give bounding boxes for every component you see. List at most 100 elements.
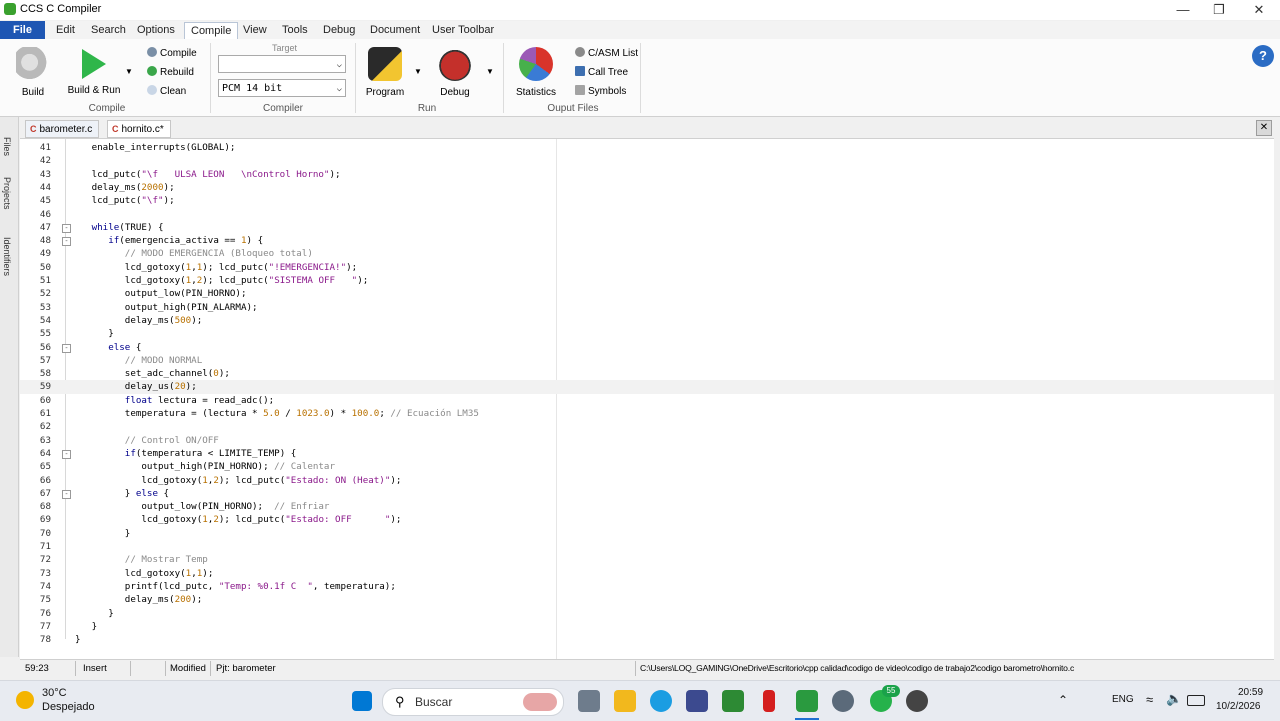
code-line[interactable]: 69 lcd_gotoxy(1,2); lcd_putc("Estado: OF… bbox=[20, 513, 1274, 526]
debug-dropdown-icon[interactable]: ▼ bbox=[486, 67, 494, 76]
tab-debug[interactable]: Debug bbox=[317, 22, 361, 39]
tab-document[interactable]: Document bbox=[364, 22, 426, 39]
code-line[interactable]: 77 } bbox=[20, 620, 1274, 633]
code-line[interactable]: 45 lcd_putc("\f"); bbox=[20, 194, 1274, 207]
debug-button[interactable]: Debug bbox=[432, 47, 478, 98]
call-tree-button[interactable]: Call Tree bbox=[575, 65, 628, 80]
fold-toggle-icon[interactable]: - bbox=[62, 449, 71, 459]
code-line[interactable]: 66 lcd_gotoxy(1,2); lcd_putc("Estado: ON… bbox=[20, 474, 1274, 487]
code-line[interactable]: 74 printf(lcd_putc, "Temp: %0.1f C ", te… bbox=[20, 580, 1274, 593]
clean-button[interactable]: Clean bbox=[147, 84, 186, 99]
code-line[interactable]: 58 set_adc_channel(0); bbox=[20, 367, 1274, 380]
build-run-button[interactable]: Build & Run bbox=[64, 47, 124, 96]
minecraft-icon[interactable] bbox=[722, 690, 744, 712]
side-tab-files[interactable]: Files bbox=[2, 137, 12, 156]
code-line[interactable]: 55 } bbox=[20, 327, 1274, 340]
build-run-dropdown-icon[interactable]: ▼ bbox=[125, 67, 133, 76]
fold-toggle-icon[interactable]: - bbox=[62, 223, 71, 233]
weather-temp[interactable]: 30°C bbox=[42, 687, 67, 699]
code-line[interactable]: 44 delay_ms(2000); bbox=[20, 181, 1274, 194]
dev-app-icon[interactable] bbox=[686, 690, 708, 712]
code-line[interactable]: 56 - else { bbox=[20, 341, 1274, 354]
code-line[interactable]: 52 output_low(PIN_HORNO); bbox=[20, 287, 1274, 300]
code-editor[interactable]: 41 enable_interrupts(GLOBAL); 42 43 lcd_pu… bbox=[20, 138, 1274, 659]
build-button[interactable]: Build bbox=[10, 47, 56, 98]
close-document-icon[interactable]: ✕ bbox=[1256, 120, 1272, 136]
side-tab-identifiers[interactable]: Identifiers bbox=[2, 237, 12, 276]
code-line[interactable]: 60 float lectura = read_adc(); bbox=[20, 394, 1274, 407]
code-line[interactable]: 41 enable_interrupts(GLOBAL); bbox=[20, 141, 1274, 154]
edge-browser-icon[interactable] bbox=[650, 690, 672, 712]
clock-date[interactable]: 10/2/2026 bbox=[1216, 701, 1261, 712]
tab-user-toolbar[interactable]: User Toolbar bbox=[426, 22, 500, 39]
statistics-button[interactable]: Statistics bbox=[513, 47, 559, 98]
side-tab-projects[interactable]: Projects bbox=[2, 177, 12, 210]
search-box[interactable]: ⚲ Buscar bbox=[382, 688, 564, 716]
github-icon[interactable] bbox=[906, 690, 928, 712]
tab-compile[interactable]: Compile bbox=[184, 22, 239, 39]
restore-button[interactable]: ❐ bbox=[1199, 0, 1239, 20]
target-select[interactable]: ⌵ bbox=[218, 55, 346, 73]
file-explorer-icon[interactable] bbox=[614, 690, 636, 712]
program-button[interactable]: Program bbox=[362, 47, 408, 98]
code-line[interactable]: 75 delay_ms(200); bbox=[20, 593, 1274, 606]
code-line[interactable]: 53 output_high(PIN_ALARMA); bbox=[20, 301, 1274, 314]
code-line[interactable]: 43 lcd_putc("\f ULSA LEON \nControl Horn… bbox=[20, 168, 1274, 181]
code-line[interactable]: 64 - if(temperatura < LIMITE_TEMP) { bbox=[20, 447, 1274, 460]
code-line[interactable]: 70 } bbox=[20, 527, 1274, 540]
code-line[interactable]: 71 bbox=[20, 540, 1274, 553]
compile-button[interactable]: Compile bbox=[147, 46, 197, 61]
tab-edit[interactable]: Edit bbox=[50, 22, 81, 39]
tab-view[interactable]: View bbox=[237, 22, 273, 39]
code-line[interactable]: 67 - } else { bbox=[20, 487, 1274, 500]
code-line[interactable]: 65 output_high(PIN_HORNO); // Calentar bbox=[20, 460, 1274, 473]
symbols-button[interactable]: Symbols bbox=[575, 84, 626, 99]
code-line[interactable]: 72 // Mostrar Temp bbox=[20, 553, 1274, 566]
minimize-button[interactable]: — bbox=[1163, 0, 1203, 20]
chevron-up-icon[interactable]: ⌃ bbox=[1058, 693, 1068, 707]
code-line[interactable]: 47 - while(TRUE) { bbox=[20, 221, 1274, 234]
ccs-compiler-icon[interactable] bbox=[796, 690, 818, 712]
help-icon[interactable]: ? bbox=[1252, 45, 1274, 67]
casm-list-button[interactable]: C/ASM List bbox=[575, 46, 638, 61]
code-line[interactable]: 63 // Control ON/OFF bbox=[20, 434, 1274, 447]
code-line[interactable]: 62 bbox=[20, 420, 1274, 433]
wifi-icon[interactable]: ≈ bbox=[1146, 692, 1153, 707]
netflix-icon[interactable] bbox=[763, 690, 775, 712]
code-line[interactable]: 48 - if(emergencia_activa == 1) { bbox=[20, 234, 1274, 247]
code-line[interactable]: 54 delay_ms(500); bbox=[20, 314, 1274, 327]
battery-icon[interactable] bbox=[1187, 695, 1205, 706]
tab-tools[interactable]: Tools bbox=[276, 22, 314, 39]
code-line[interactable]: 42 bbox=[20, 154, 1274, 167]
task-view-icon[interactable] bbox=[578, 690, 600, 712]
compiler-select[interactable]: PCM 14 bit ⌵ bbox=[218, 79, 346, 97]
language-indicator[interactable]: ENG bbox=[1112, 694, 1134, 705]
code-line[interactable]: 68 output_low(PIN_HORNO); // Enfriar bbox=[20, 500, 1274, 513]
tab-options[interactable]: Options bbox=[131, 22, 181, 39]
moon-weather-icon[interactable] bbox=[16, 691, 34, 709]
code-line[interactable]: 46 bbox=[20, 208, 1274, 221]
close-button[interactable]: ✕ bbox=[1239, 0, 1279, 20]
doc-tab-hornito[interactable]: Chornito.c* bbox=[107, 120, 171, 138]
tab-file[interactable]: File bbox=[0, 21, 45, 39]
code-line[interactable]: 78} bbox=[20, 633, 1274, 646]
code-line[interactable]: 73 lcd_gotoxy(1,1); bbox=[20, 567, 1274, 580]
clock-time[interactable]: 20:59 bbox=[1238, 687, 1263, 698]
code-line[interactable]: 51 lcd_gotoxy(1,2); lcd_putc("SISTEMA OF… bbox=[20, 274, 1274, 287]
windows-start-icon[interactable] bbox=[352, 691, 372, 711]
tab-search[interactable]: Search bbox=[85, 22, 132, 39]
fold-toggle-icon[interactable]: - bbox=[62, 343, 71, 353]
code-line[interactable]: 57 // MODO NORMAL bbox=[20, 354, 1274, 367]
fold-toggle-icon[interactable]: - bbox=[62, 489, 71, 499]
program-dropdown-icon[interactable]: ▼ bbox=[414, 67, 422, 76]
rebuild-button[interactable]: Rebuild bbox=[147, 65, 194, 80]
code-line[interactable]: 76 } bbox=[20, 607, 1274, 620]
debugger-app-icon[interactable] bbox=[832, 690, 854, 712]
weather-desc[interactable]: Despejado bbox=[42, 701, 95, 713]
speaker-icon[interactable]: 🔈 bbox=[1166, 691, 1182, 707]
code-line[interactable]: 59 delay_us(20); bbox=[20, 380, 1274, 394]
code-line[interactable]: 49 // MODO EMERGENCIA (Bloqueo total) bbox=[20, 247, 1274, 260]
code-line[interactable]: 61 temperatura = (lectura * 5.0 / 1023.0… bbox=[20, 407, 1274, 420]
fold-toggle-icon[interactable]: - bbox=[62, 237, 71, 247]
code-line[interactable]: 50 lcd_gotoxy(1,1); lcd_putc("!EMERGENCI… bbox=[20, 261, 1274, 274]
